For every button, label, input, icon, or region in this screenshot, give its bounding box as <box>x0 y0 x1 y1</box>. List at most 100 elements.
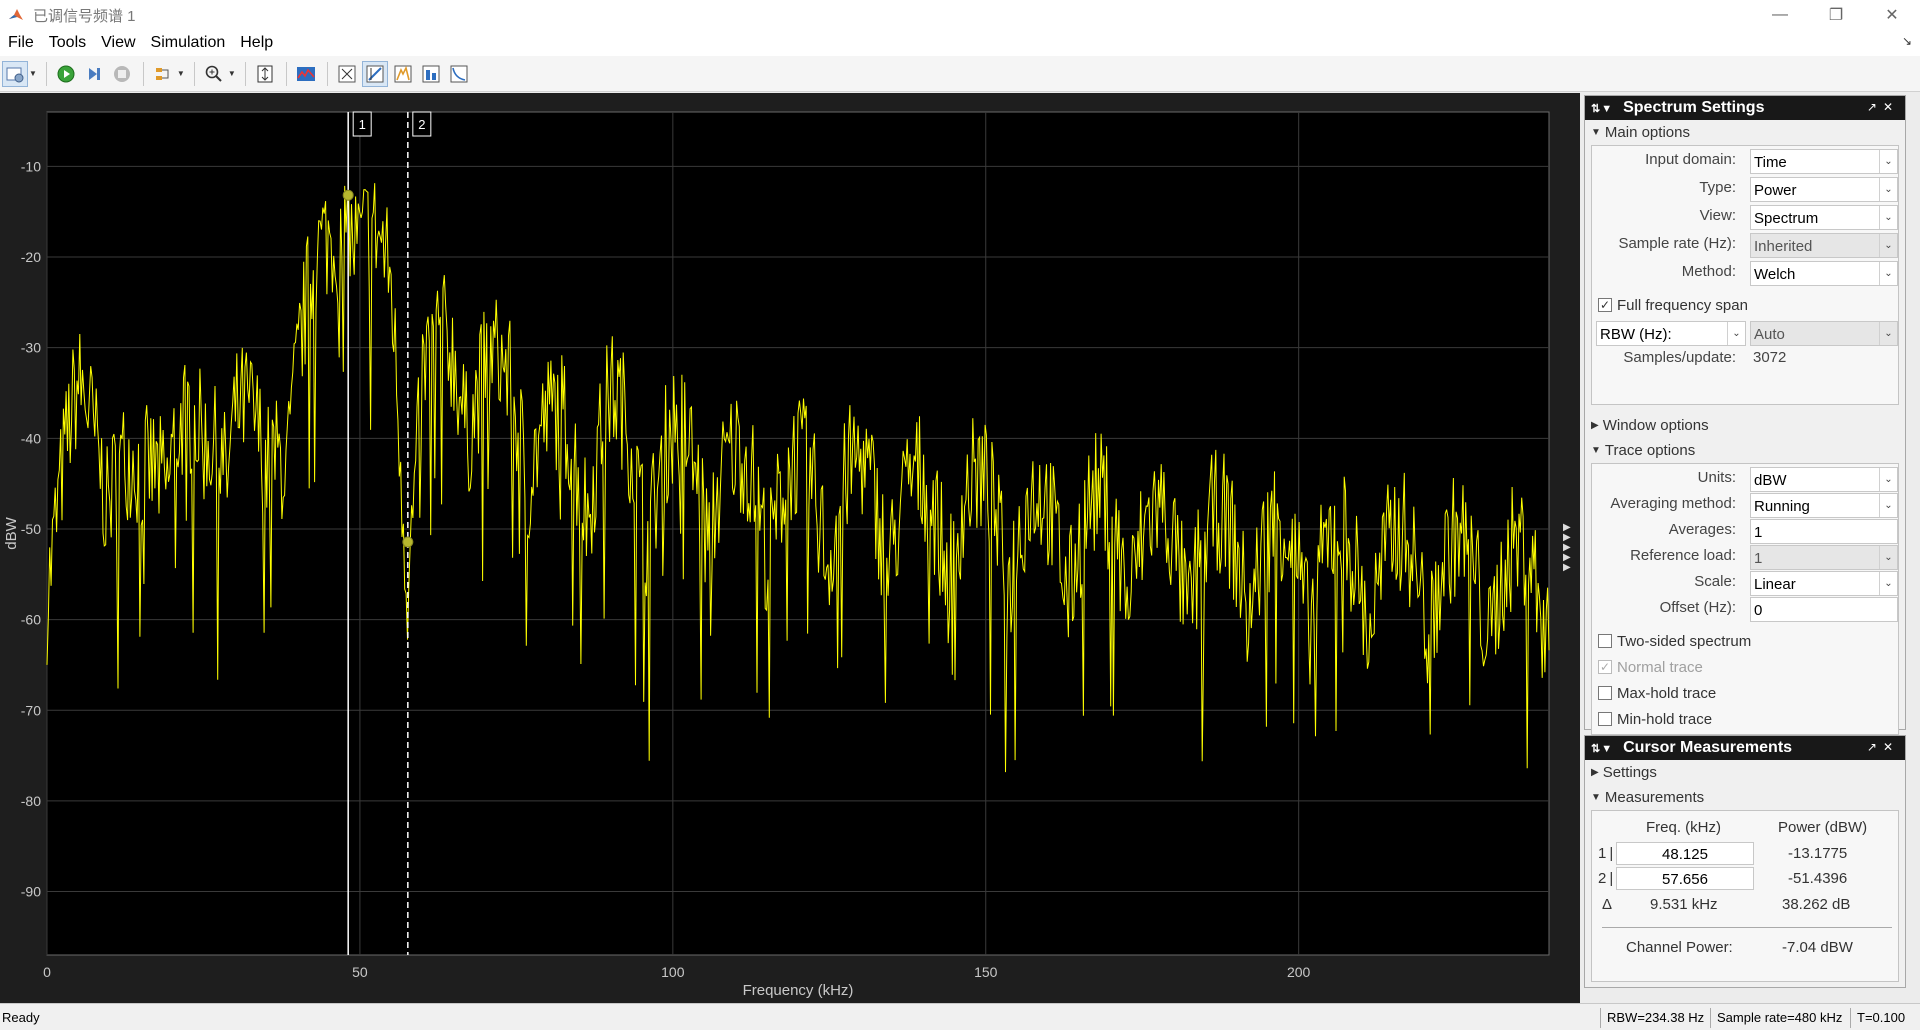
spectrum-icon[interactable] <box>293 61 319 87</box>
collapse-panels-icon[interactable]: ▶ ▶ ▶ ▶ ▶ <box>1563 523 1571 573</box>
trace-checkbox-row[interactable]: Min-hold trace <box>1592 706 1751 732</box>
main-option-select[interactable]: Time ⌄ <box>1750 149 1898 174</box>
y-tick-label: -20 <box>21 249 41 265</box>
x-axis-label: Frequency (kHz) <box>743 982 854 999</box>
close-icon[interactable]: ✕ <box>1864 0 1920 30</box>
chevron-down-icon: ⌄ <box>1879 234 1897 257</box>
main-options-toggle[interactable]: ▼ Main options <box>1585 120 1905 145</box>
y-tick-label: -40 <box>21 430 41 446</box>
trace-option-select[interactable]: 1 ⌄ <box>1750 545 1898 570</box>
menu-file[interactable]: File <box>1 34 41 52</box>
x-tick-label: 200 <box>1287 964 1311 980</box>
trace-checkbox-label: Two-sided spectrum <box>1617 632 1752 650</box>
menu-tools[interactable]: Tools <box>42 34 93 52</box>
cursor-measurements-icon[interactable] <box>361 60 388 87</box>
menu-help[interactable]: Help <box>233 34 280 52</box>
settings-toggle[interactable]: ▶ Settings <box>1585 760 1905 785</box>
step-forward-icon[interactable] <box>81 61 107 87</box>
minimize-icon[interactable]: — <box>1752 0 1808 30</box>
chevron-down-icon: ⌄ <box>1879 178 1897 201</box>
spectrum-chart[interactable]: 0 50 100 150 200 -10 -20 -30 -40 -50 -60 -70 -80 -90 F… <box>0 93 1580 1003</box>
main-option-value: Welch <box>1754 266 1796 283</box>
title-bar: 已调信号频谱 1 — ❐ ✕ <box>0 0 1920 30</box>
trace-options-toggle[interactable]: ▼ Trace options <box>1585 438 1905 463</box>
settings-icon[interactable] <box>2 60 28 87</box>
delta-freq: 9.531 kHz <box>1650 896 1718 913</box>
trace-checkbox-label: Normal trace <box>1617 658 1703 676</box>
ccdf-icon[interactable] <box>446 61 472 87</box>
trace-option-select[interactable]: dBW ⌄ <box>1750 467 1898 492</box>
checkbox-unchecked-icon[interactable] <box>1598 712 1612 726</box>
measurements-toggle[interactable]: ▼ Measurements <box>1585 785 1905 810</box>
full-frequency-span-checkbox[interactable]: ✓ Full frequency span <box>1592 292 1748 318</box>
rbw-select[interactable]: RBW (Hz): ⌄ <box>1596 321 1746 346</box>
window-options-label: Window options <box>1602 417 1709 434</box>
scale-axes-icon[interactable] <box>252 61 278 87</box>
main-option-row: Input domain: Time ⌄ <box>1592 146 1898 174</box>
trace-option-field[interactable]: 0 <box>1750 597 1898 622</box>
checkbox-unchecked-icon[interactable] <box>1598 634 1612 648</box>
main-option-row: View: Spectrum ⌄ <box>1592 202 1898 230</box>
rbw-value-select[interactable]: Auto ⌄ <box>1750 321 1898 346</box>
zoom-dropdown-icon[interactable]: ▼ <box>228 69 236 78</box>
trace-option-value: 1 <box>1754 524 1763 541</box>
main-option-select[interactable]: Inherited ⌄ <box>1750 233 1898 258</box>
main-option-select[interactable]: Power ⌄ <box>1750 177 1898 202</box>
trace-option-select[interactable]: Linear ⌄ <box>1750 571 1898 596</box>
triangle-right-icon: ▶ <box>1591 767 1599 778</box>
panel-collapse-icon[interactable]: ⇅▼ <box>1591 742 1613 755</box>
triangle-down-icon: ▼ <box>1591 127 1601 138</box>
channel-measurements-icon[interactable] <box>418 61 444 87</box>
checkbox-unchecked-icon[interactable] <box>1598 686 1612 700</box>
panel-undock-close-icon[interactable]: ↗✕ <box>1867 100 1899 114</box>
samples-per-update-value: 3072 <box>1753 349 1787 366</box>
cursor-1-freq-input[interactable]: 48.125 <box>1616 842 1754 865</box>
main-options-box: Input domain: Time ⌄ Type: Power ⌄ View: Spectr… <box>1591 145 1899 405</box>
trace-checkbox-row[interactable]: Two-sided spectrum <box>1592 628 1751 654</box>
trace-option-label: Reference load: <box>1630 547 1736 564</box>
dock-arrow-icon[interactable]: ↘ <box>1902 34 1912 48</box>
trace-options-label: Trace options <box>1604 442 1696 459</box>
highlight-dropdown-icon[interactable]: ▼ <box>177 69 185 78</box>
run-icon[interactable] <box>53 61 79 87</box>
menu-simulation[interactable]: Simulation <box>144 34 233 52</box>
spectrum-plot[interactable]: 0 50 100 150 200 -10 -20 -30 -40 -50 -60 -70 -80 -90 F… <box>0 93 1580 1003</box>
menu-view[interactable]: View <box>94 34 142 52</box>
trace-option-select[interactable]: Running ⌄ <box>1750 493 1898 518</box>
main-option-select[interactable]: Welch ⌄ <box>1750 261 1898 286</box>
restore-icon[interactable]: ❐ <box>1808 0 1864 30</box>
peak-finder-icon[interactable] <box>390 61 416 87</box>
y-tick-label: -30 <box>21 340 41 356</box>
highlight-signal-icon[interactable] <box>150 61 176 87</box>
spectrum-analyzer-window: 已调信号频谱 1 — ❐ ✕ File Tools View Simulatio… <box>0 0 1920 1030</box>
triangle-right-icon: ▶ <box>1591 420 1599 431</box>
cursor-2-freq-input[interactable]: 57.656 <box>1616 867 1754 890</box>
checkbox-checked-icon[interactable]: ✓ <box>1598 298 1612 312</box>
channel-power-label: Channel Power: <box>1626 939 1733 956</box>
toolbar: ▼ ▼ ▼ <box>0 56 1920 92</box>
trace-option-row: Averaging method: Running ⌄ <box>1592 490 1898 518</box>
main-option-value: Power <box>1754 182 1797 199</box>
settings-dropdown-icon[interactable]: ▼ <box>29 69 37 78</box>
panel-collapse-icon[interactable]: ⇅▼ <box>1591 102 1613 115</box>
cursor-measurements-panel: ⇅▼ Cursor Measurements ↗✕ ▶ Settings ▼ Mea… <box>1584 735 1906 988</box>
full-frequency-span-label: Full frequency span <box>1617 296 1748 314</box>
trace-option-field[interactable]: 1 <box>1750 519 1898 544</box>
spectrum-settings-header: ⇅▼ Spectrum Settings ↗✕ <box>1585 96 1905 120</box>
chevron-down-icon: ⌄ <box>1879 206 1897 229</box>
trace-options-box: Units: dBW ⌄ Averaging method: Running ⌄ Avera… <box>1591 463 1899 735</box>
trace-checkbox-row[interactable]: Max-hold trace <box>1592 680 1751 706</box>
panel-undock-close-icon[interactable]: ↗✕ <box>1867 740 1899 754</box>
chevron-down-icon: ⌄ <box>1879 572 1897 595</box>
triangle-down-icon: ▼ <box>1591 445 1601 456</box>
stop-icon[interactable] <box>109 61 135 87</box>
main-option-select[interactable]: Spectrum ⌄ <box>1750 205 1898 230</box>
window-options-toggle[interactable]: ▶ Window options <box>1585 413 1905 438</box>
cursor-2-label: 2 | <box>1598 870 1614 887</box>
trace-checkbox-label: Min-hold trace <box>1617 710 1713 728</box>
chevron-down-icon: ⌄ <box>1879 262 1897 285</box>
zoom-in-icon[interactable] <box>201 61 227 87</box>
triggers-icon[interactable] <box>334 61 360 87</box>
main-option-label: Type: <box>1699 179 1736 196</box>
trace-option-value: 1 <box>1754 550 1763 567</box>
